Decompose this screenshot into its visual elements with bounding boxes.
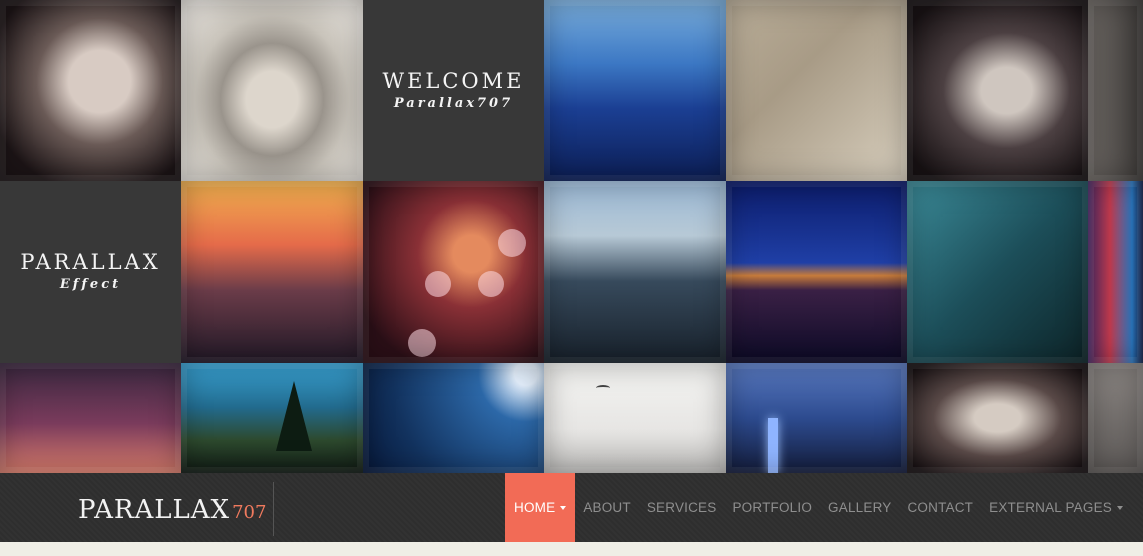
parallax-title: PARALLAX <box>20 250 161 274</box>
nav-item-services[interactable]: SERVICES <box>639 473 725 542</box>
welcome-title: WELCOME <box>382 68 525 93</box>
nav-item-portfolio[interactable]: PORTFOLIO <box>724 473 820 542</box>
gallery-tile-camera[interactable] <box>907 181 1088 363</box>
brand-logo[interactable]: PARALLAX 707 <box>78 495 266 525</box>
nav-item-label: CONTACT <box>907 500 974 515</box>
gallery-tile-dusk[interactable] <box>544 0 726 181</box>
brand-number: 707 <box>232 502 267 523</box>
caret-down-icon <box>1116 505 1123 510</box>
gallery-tile-edge-2[interactable] <box>1088 181 1143 363</box>
photo-grid: WELCOME Parallax707 PARALLAX Effect <box>0 0 1143 473</box>
gallery-tile-sunset[interactable] <box>181 181 363 363</box>
gallery-tile-boat[interactable] <box>544 181 726 363</box>
nav-menu: HOME ABOUT SERVICES PORTFOLIO GALLERY CO… <box>505 473 1131 542</box>
gallery-tile-portrait-4[interactable] <box>907 363 1088 473</box>
welcome-tile: WELCOME Parallax707 <box>363 0 544 181</box>
gallery-tile-fog[interactable] <box>544 363 726 473</box>
main-navbar: PARALLAX 707 HOME ABOUT SERVICES PORTFOL… <box>0 473 1143 542</box>
gallery-tile-forest[interactable] <box>181 363 363 473</box>
gallery-tile-edge-3[interactable] <box>1088 363 1143 473</box>
page-bottom-strip <box>0 542 1143 556</box>
nav-item-gallery[interactable]: GALLERY <box>820 473 899 542</box>
brand-name: PARALLAX <box>78 495 231 525</box>
gallery-tile-edge-1[interactable] <box>1088 0 1143 181</box>
nav-item-home[interactable]: HOME <box>505 473 576 542</box>
gallery-tile-branches[interactable] <box>363 363 544 473</box>
parallax-tile: PARALLAX Effect <box>0 181 181 363</box>
gallery-tile-bokeh[interactable] <box>363 181 544 363</box>
gallery-tile-portrait-1[interactable] <box>0 0 181 181</box>
nav-item-label: SERVICES <box>646 500 717 515</box>
gallery-tile-portrait-3[interactable] <box>907 0 1088 181</box>
nav-item-label: HOME <box>514 500 556 515</box>
gallery-tile-wall[interactable] <box>726 0 907 181</box>
parallax-subtitle: Effect <box>59 277 122 292</box>
nav-item-label: GALLERY <box>828 500 892 515</box>
caret-down-icon <box>560 505 567 510</box>
brand-divider <box>273 482 274 536</box>
gallery-tile-empire[interactable] <box>726 363 907 473</box>
nav-item-label: PORTFOLIO <box>732 500 813 515</box>
nav-item-external-pages[interactable]: EXTERNAL PAGES <box>981 473 1131 542</box>
gallery-tile-portrait-2[interactable] <box>181 0 363 181</box>
nav-item-contact[interactable]: CONTACT <box>899 473 981 542</box>
welcome-subtitle: Parallax707 <box>393 95 514 111</box>
nav-item-label: EXTERNAL PAGES <box>989 500 1112 515</box>
nav-item-label: ABOUT <box>583 500 631 515</box>
nav-item-about[interactable]: ABOUT <box>575 473 639 542</box>
gallery-tile-night-city[interactable] <box>726 181 907 363</box>
gallery-tile-pink[interactable] <box>0 363 181 473</box>
